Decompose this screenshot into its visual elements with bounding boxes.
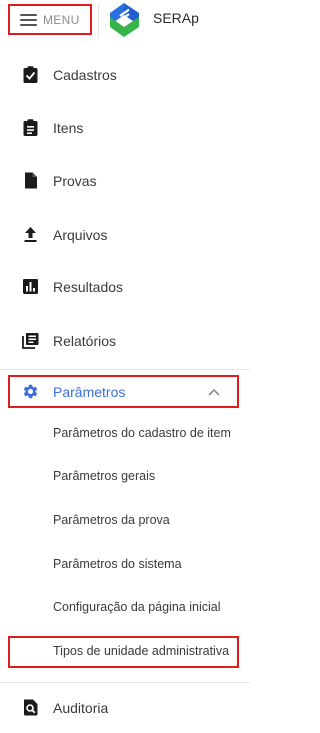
submenu-item-label: Parâmetros da prova — [53, 513, 170, 527]
menu-label: MENU — [43, 12, 80, 27]
sidebar-item-label: Relatórios — [53, 333, 117, 349]
clipboard-list-icon — [23, 119, 38, 136]
submenu-item-tipos-unidade-administrativa[interactable]: Tipos de unidade administrativa — [0, 630, 250, 674]
submenu-item-label: Parâmetros do cadastro de item — [53, 426, 231, 440]
divider — [0, 369, 250, 370]
sidebar-item-label: Cadastros — [53, 67, 117, 83]
library-books-icon — [22, 333, 39, 349]
sidebar-item-parametros[interactable]: Parâmetros — [0, 374, 250, 410]
sidebar-item-relatorios[interactable]: Relatórios — [0, 318, 250, 362]
app-header: MENU SERAp — [0, 0, 250, 44]
submenu-item-label: Parâmetros gerais — [53, 469, 156, 483]
submenu-item-parametros-cadastro-item[interactable]: Parâmetros do cadastro de item — [0, 412, 250, 456]
brand-name: SERAp — [153, 10, 199, 26]
sidebar-item-itens[interactable]: Itens — [0, 105, 250, 149]
sidebar-item-label: Parâmetros — [53, 384, 126, 400]
sidebar-item-label: Arquivos — [53, 227, 108, 243]
document-icon — [25, 172, 37, 189]
menu-button[interactable]: MENU — [8, 4, 92, 35]
submenu-item-configuracao-pagina-inicial[interactable]: Configuração da página inicial — [0, 586, 250, 630]
sidebar-item-label: Resultados — [53, 279, 124, 295]
sidebar-item-arquivos[interactable]: Arquivos — [0, 212, 250, 256]
submenu-item-parametros-prova[interactable]: Parâmetros da prova — [0, 499, 250, 543]
divider — [0, 682, 250, 683]
upload-icon — [24, 227, 37, 242]
sidebar-item-auditoria[interactable]: Auditoria — [0, 686, 250, 730]
submenu-item-label: Parâmetros do sistema — [53, 557, 182, 571]
sidebar-item-label: Provas — [53, 173, 97, 189]
hamburger-icon — [20, 13, 37, 26]
bar-chart-icon — [23, 279, 38, 294]
chevron-up-icon — [208, 388, 220, 396]
gear-icon — [23, 384, 38, 399]
magnify-document-icon — [24, 699, 38, 716]
sidebar-item-label: Auditoria — [53, 700, 109, 716]
clipboard-check-icon — [23, 66, 38, 83]
serap-logo-icon — [110, 3, 139, 37]
sidebar-item-label: Itens — [53, 120, 84, 136]
sidebar-item-provas[interactable]: Provas — [0, 158, 250, 202]
sidebar-item-cadastros[interactable]: Cadastros — [0, 52, 250, 96]
submenu-item-parametros-gerais[interactable]: Parâmetros gerais — [0, 455, 250, 499]
sidebar-item-resultados[interactable]: Resultados — [0, 264, 250, 308]
submenu-item-label: Tipos de unidade administrativa — [53, 644, 230, 658]
header-divider — [98, 4, 99, 38]
submenu-item-parametros-sistema[interactable]: Parâmetros do sistema — [0, 543, 250, 587]
submenu-item-label: Configuração da página inicial — [53, 600, 221, 614]
